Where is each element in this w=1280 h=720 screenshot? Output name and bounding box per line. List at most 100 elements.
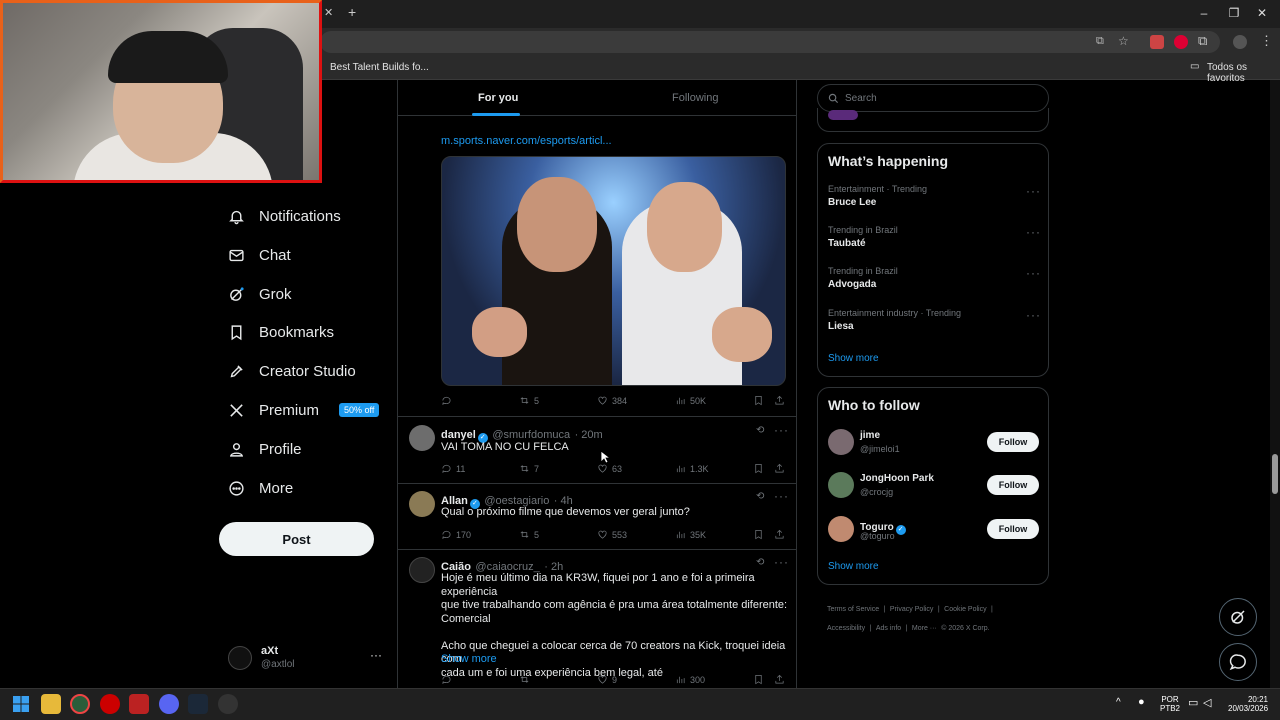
avatar[interactable]: [828, 516, 854, 542]
clock[interactable]: 20:21 20/03/2026: [1228, 695, 1268, 713]
avatar[interactable]: [409, 491, 435, 517]
nav-grok[interactable]: Grok: [228, 279, 292, 309]
show-more-link[interactable]: Show more: [441, 653, 497, 665]
share-button[interactable]: [774, 529, 785, 540]
footer-link[interactable]: Terms of Service: [827, 606, 879, 613]
avatar[interactable]: [828, 472, 854, 498]
post-button[interactable]: Post: [219, 522, 374, 556]
grok-fab[interactable]: [1219, 598, 1257, 636]
bookmark-button[interactable]: [753, 463, 764, 474]
author-handle[interactable]: @smurfdomuca: [492, 429, 570, 441]
extension-red-icon[interactable]: [1150, 35, 1164, 49]
like-button[interactable]: 9: [597, 674, 617, 685]
views-button[interactable]: 35K: [675, 529, 706, 540]
trend-item[interactable]: Entertainment · Trending Bruce Lee ···: [828, 184, 1040, 208]
trend-item[interactable]: Trending in Brazil Taubaté ···: [828, 225, 1040, 249]
opera-icon[interactable]: [100, 694, 120, 714]
follow-suggestion[interactable]: JongHoon Park @crocjg Follow: [828, 471, 1040, 501]
account-menu-icon[interactable]: ···: [370, 648, 382, 662]
tweet-image[interactable]: [441, 156, 786, 386]
tweet-more-icon[interactable]: ···: [774, 489, 789, 503]
views-button[interactable]: 300: [675, 674, 705, 685]
nav-premium[interactable]: Premium 50% off: [228, 395, 380, 425]
chrome-icon[interactable]: [70, 694, 90, 714]
app-icon[interactable]: [129, 694, 149, 714]
tweet-more-icon[interactable]: ···: [774, 423, 789, 437]
tweet[interactable]: Allan ✓ @oestagiario · 4h ⟲ ··· Qual o pr…: [398, 484, 796, 550]
views-button[interactable]: 50K: [675, 395, 706, 406]
grok-explain-icon[interactable]: ⟲: [756, 491, 764, 502]
adblock-icon[interactable]: [1174, 35, 1188, 49]
nav-bookmarks[interactable]: Bookmarks: [228, 317, 334, 347]
close-window-icon[interactable]: ✕: [1252, 6, 1272, 20]
repost-button[interactable]: 5: [519, 395, 539, 406]
trend-more-icon[interactable]: ···: [1026, 266, 1041, 280]
avatar[interactable]: [828, 429, 854, 455]
author-name[interactable]: danyel: [441, 429, 476, 441]
tweet-time[interactable]: · 20m: [575, 429, 603, 441]
views-button[interactable]: 1.3K: [675, 463, 709, 474]
language-indicator[interactable]: POR PTB2: [1160, 695, 1180, 713]
volume-icon[interactable]: ◁: [1203, 696, 1211, 709]
scrollbar-thumb[interactable]: [1272, 454, 1278, 494]
trend-more-icon[interactable]: ···: [1026, 225, 1041, 239]
footer-link[interactable]: Cookie Policy: [944, 606, 986, 613]
reply-button[interactable]: 170: [441, 529, 471, 540]
account-avatar[interactable]: [228, 646, 252, 670]
microphone-icon[interactable]: ●: [1138, 696, 1145, 708]
close-tab-icon[interactable]: ✕: [324, 6, 333, 19]
follow-suggestion[interactable]: jime @jimeloi1 Follow: [828, 428, 1040, 458]
footer-link[interactable]: More ···: [912, 625, 937, 632]
bookmark-button[interactable]: [753, 395, 764, 406]
trend-item[interactable]: Trending in Brazil Advogada ···: [828, 266, 1040, 290]
share-button[interactable]: [774, 463, 785, 474]
repost-button[interactable]: 5: [519, 529, 539, 540]
avatar[interactable]: [409, 425, 435, 451]
nav-profile[interactable]: Profile: [228, 434, 302, 464]
follow-button[interactable]: Follow: [987, 432, 1039, 452]
like-button[interactable]: 384: [597, 395, 627, 406]
nav-more[interactable]: More: [228, 473, 293, 503]
install-icon[interactable]: ⧉: [1096, 35, 1104, 48]
repost-button[interactable]: [519, 674, 534, 685]
like-button[interactable]: 553: [597, 529, 627, 540]
reply-button[interactable]: [441, 674, 456, 685]
trend-more-icon[interactable]: ···: [1026, 308, 1041, 322]
trends-show-more[interactable]: Show more: [828, 353, 879, 364]
new-tab-icon[interactable]: +: [348, 4, 356, 20]
reply-button[interactable]: 11: [441, 463, 465, 474]
minimize-icon[interactable]: –: [1194, 6, 1214, 20]
follow-button[interactable]: Follow: [987, 519, 1039, 539]
restore-icon[interactable]: ❐: [1224, 6, 1244, 20]
trend-more-icon[interactable]: ···: [1026, 184, 1041, 198]
grok-explain-icon[interactable]: ⟲: [756, 557, 764, 568]
page-scrollbar[interactable]: [1270, 80, 1280, 688]
bookmark-button[interactable]: [753, 674, 764, 685]
tab-for-you[interactable]: For you: [478, 92, 518, 104]
tweet[interactable]: Caião @caiaocruz_ · 2h ⟲ ··· Hoje é meu …: [398, 550, 796, 688]
file-explorer-icon[interactable]: [41, 694, 61, 714]
footer-link[interactable]: Privacy Policy: [890, 606, 934, 613]
follow-suggestion[interactable]: Toguro ✓ @toguro Follow: [828, 515, 1040, 545]
nav-notifications[interactable]: Notifications: [228, 201, 341, 231]
footer-link[interactable]: Accessibility: [827, 625, 865, 632]
bookmark-button[interactable]: [753, 529, 764, 540]
profile-avatar-icon[interactable]: [1233, 35, 1247, 49]
extensions-puzzle-icon[interactable]: ⧉: [1198, 33, 1207, 49]
nav-creator-studio[interactable]: Creator Studio: [228, 356, 356, 386]
footer-link[interactable]: Ads info: [876, 625, 901, 632]
share-button[interactable]: [774, 395, 785, 406]
windows-start-icon[interactable]: [13, 696, 29, 712]
app-icon[interactable]: [218, 694, 238, 714]
repost-button[interactable]: 7: [519, 463, 539, 474]
tray-overflow-icon[interactable]: ^: [1116, 697, 1121, 708]
share-button[interactable]: [774, 674, 785, 685]
grok-explain-icon[interactable]: ⟲: [756, 425, 764, 436]
tweet[interactable]: danyel ✓ @smurfdomuca · 20m ⟲ ··· VAI TOM…: [398, 417, 796, 483]
follow-button[interactable]: Follow: [987, 475, 1039, 495]
tweet-link[interactable]: m.sports.naver.com/esports/articl...: [441, 135, 612, 147]
avatar[interactable]: [409, 557, 435, 583]
bookmark-item[interactable]: Best Talent Builds fo...: [330, 62, 429, 73]
display-icon[interactable]: ▭: [1188, 696, 1198, 709]
tweet-more-icon[interactable]: ···: [774, 555, 789, 569]
